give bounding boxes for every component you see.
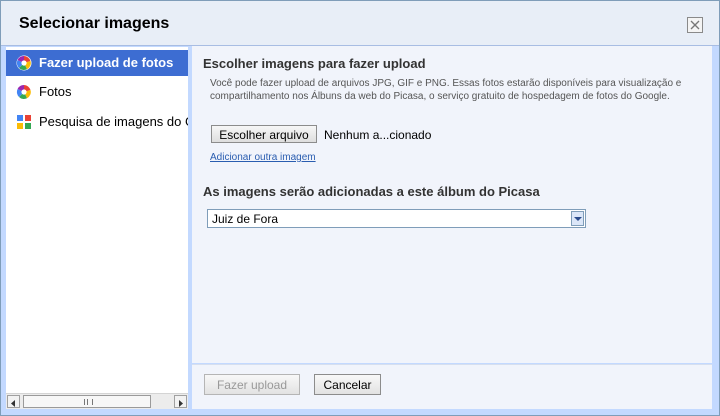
upload-panel: Escolher imagens para fazer upload Você … [192, 46, 712, 363]
upload-button[interactable]: Fazer upload [204, 374, 300, 395]
dialog-titlebar: Selecionar imagens [1, 1, 719, 46]
sidebar-item-label: Fotos [39, 84, 72, 99]
upload-heading: Escolher imagens para fazer upload [203, 56, 426, 71]
album-select-dropdown-button[interactable] [571, 211, 584, 226]
album-select-value: Juiz de Fora [212, 212, 279, 226]
sidebar-item-label: Fazer upload de fotos [39, 55, 174, 70]
file-status-text: Nenhum a...cionado [324, 128, 432, 142]
sidebar-horizontal-scrollbar[interactable] [6, 393, 188, 409]
google-search-icon [17, 115, 31, 129]
grip-icon [84, 399, 93, 405]
upload-description: Você pode fazer upload de arquivos JPG, … [210, 78, 682, 102]
close-button[interactable] [687, 17, 703, 33]
dialog-footer: Fazer upload Cancelar [192, 364, 712, 409]
album-heading: As imagens serão adicionadas a este álbu… [203, 184, 540, 199]
arrow-right-icon [179, 400, 183, 407]
close-icon [690, 20, 700, 30]
dialog-title: Selecionar imagens [19, 15, 170, 32]
album-select[interactable]: Juiz de Fora [207, 209, 586, 228]
cancel-button[interactable]: Cancelar [314, 374, 381, 395]
sidebar: Fazer upload de fotos Fotos Pesquisa de … [6, 46, 188, 394]
scrollbar-thumb[interactable] [23, 395, 151, 408]
picasa-icon [16, 84, 32, 100]
chevron-down-icon [574, 217, 582, 221]
picasa-icon [16, 55, 32, 71]
scroll-right-button[interactable] [174, 395, 187, 408]
sidebar-item-photos[interactable]: Fotos [6, 79, 188, 105]
arrow-left-icon [11, 400, 15, 407]
sidebar-item-label: Pesquisa de imagens do Google [39, 114, 188, 129]
choose-file-button[interactable]: Escolher arquivo [211, 125, 317, 143]
sidebar-item-upload[interactable]: Fazer upload de fotos [6, 50, 188, 76]
scroll-left-button[interactable] [7, 395, 20, 408]
sidebar-item-google-image-search[interactable]: Pesquisa de imagens do Google [6, 109, 188, 135]
add-another-image-link[interactable]: Adicionar outra imagem [210, 152, 316, 163]
